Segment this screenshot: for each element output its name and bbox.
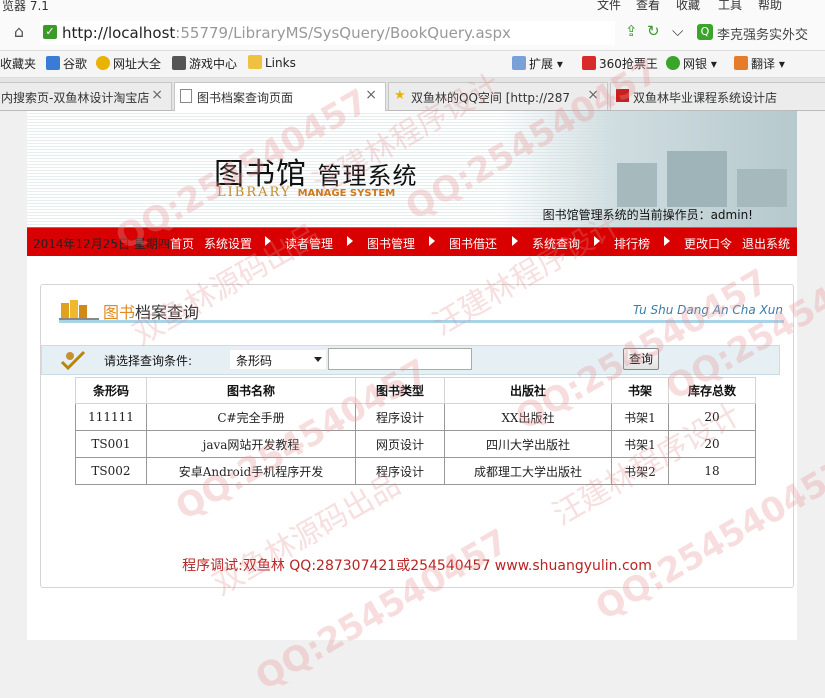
col-barcode: 条形码	[75, 377, 147, 404]
folder-icon	[248, 55, 262, 69]
nav-book-lending[interactable]: 图书借还	[449, 235, 497, 252]
nav-ranking[interactable]: 排行榜	[614, 235, 650, 252]
google-icon	[46, 56, 60, 70]
bookmark-ticket-helper[interactable]: 360抢票王	[582, 55, 658, 72]
bookmark-url-hub[interactable]: 网址大全	[96, 55, 161, 72]
panel-title-pinyin: Tu Shu Dang An Cha Xun	[632, 303, 783, 317]
nav-arrow-icon	[594, 236, 600, 246]
nav-arrow-icon	[512, 236, 518, 246]
query-button[interactable]: 查询	[623, 348, 659, 370]
nav-date: 2014年12月25日 星期四	[33, 237, 170, 251]
col-book-name: 图书名称	[146, 377, 356, 404]
nav-arrow-icon	[265, 236, 271, 246]
col-shelf: 书架	[611, 377, 669, 404]
col-publisher: 出版社	[444, 377, 612, 404]
share-icon[interactable]: ⇪	[625, 22, 638, 40]
bookmark-links[interactable]: Links	[248, 55, 296, 70]
url-text[interactable]: http://localhost:55779/LibraryMS/SysQuer…	[62, 24, 511, 42]
query-bar: 请选择查询条件: 条形码 查询	[41, 345, 780, 375]
home-icon[interactable]: ⌂	[10, 23, 28, 41]
menu-file[interactable]: 文件	[597, 0, 621, 13]
address-bar[interactable]: ✓ http://localhost:55779/LibraryMS/SysQu…	[40, 21, 615, 45]
bookmark-ebank[interactable]: 网银 ▾	[666, 55, 717, 72]
nav-arrow-icon	[664, 236, 670, 246]
refresh-icon[interactable]: ↻	[647, 22, 660, 40]
table-row[interactable]: TS002 安卓Android手机程序开发 程序设计 成都理工大学出版社 书架2…	[75, 457, 756, 485]
debug-credit-footer: 程序调试:双鱼林 QQ:287307421或254540457 www.shua…	[182, 558, 652, 574]
page-content: 图书馆 管理系统 LIBRARY MANAGE SYSTEM 图书馆管理系统的当…	[27, 111, 797, 640]
bookmark-google[interactable]: 谷歌	[46, 55, 87, 72]
window-title-bar: 览器 7.1 文件 查看 收藏 工具 帮助	[0, 0, 825, 16]
bank-icon	[666, 56, 680, 70]
nav-book-management[interactable]: 图书管理	[367, 235, 415, 252]
menu-favorites[interactable]: 收藏	[676, 0, 700, 13]
bookmark-translate[interactable]: 翻译 ▾	[734, 55, 785, 72]
site-banner: 图书馆 管理系统 LIBRARY MANAGE SYSTEM 图书馆管理系统的当…	[27, 111, 797, 227]
nav-system-query[interactable]: 系统查询	[532, 235, 580, 252]
book-table: 条形码 图书名称 图书类型 出版社 书架 库存总数 111111 C#完全手册 …	[75, 377, 756, 485]
query-condition-select[interactable]: 条形码	[230, 350, 326, 369]
nav-arrow-icon	[429, 236, 435, 246]
col-stock: 库存总数	[668, 377, 756, 404]
col-book-type: 图书类型	[355, 377, 445, 404]
bookmark-game-center[interactable]: 游戏中心	[172, 55, 237, 72]
current-operator: 图书馆管理系统的当前操作员：admin!	[542, 208, 753, 222]
translate-icon	[734, 56, 748, 70]
browser-app-title: 览器 7.1	[2, 0, 49, 13]
extensions-menu[interactable]: 扩展 ▾	[512, 55, 563, 72]
shop-icon	[616, 89, 629, 102]
nav-system-settings[interactable]: 系统设置	[204, 235, 252, 252]
bookmark-favorites[interactable]: 收藏夹	[0, 55, 36, 72]
menu-tools[interactable]: 工具	[718, 0, 742, 13]
tab-taobao-search[interactable]: 内搜索页-双鱼林设计淘宝店 ×	[0, 82, 172, 110]
shield-icon: ✓	[43, 25, 57, 39]
nav-change-password[interactable]: 更改口令	[684, 235, 732, 252]
bookmarks-bar: 收藏夹 谷歌 网址大全 游戏中心 Links 扩展 ▾ 360抢票王 网银 ▾ …	[0, 51, 825, 78]
address-toolbar: ⌂ ✓ http://localhost:55779/LibraryMS/Sys…	[0, 16, 825, 51]
search-icon: Q	[697, 24, 713, 40]
menu-view[interactable]: 查看	[636, 0, 660, 13]
pen-check-icon	[60, 350, 86, 371]
nav-home[interactable]: 首页	[170, 235, 194, 252]
menu-help[interactable]: 帮助	[758, 0, 782, 13]
book-query-panel: 图书档案查询 Tu Shu Dang An Cha Xun 请选择查询条件: 条…	[40, 284, 794, 588]
books-icon	[59, 300, 99, 320]
close-icon[interactable]: ×	[587, 87, 599, 103]
nav-logout[interactable]: 退出系统	[742, 235, 790, 252]
close-icon[interactable]: ×	[151, 87, 163, 103]
tab-qq-space[interactable]: ★ 双鱼林的QQ空间 [http://287 ×	[388, 82, 608, 110]
search-hot-text[interactable]: 李克强务实外交	[717, 24, 808, 43]
tab-book-query[interactable]: 图书档案查询页面 ×	[174, 82, 386, 112]
chevron-down-icon[interactable]: ⌵	[672, 22, 683, 40]
star-icon: ★	[394, 88, 406, 103]
plus-icon	[96, 56, 110, 70]
panel-title-divider	[59, 320, 784, 323]
table-header-row: 条形码 图书名称 图书类型 出版社 书架 库存总数	[75, 377, 756, 404]
close-icon[interactable]: ×	[365, 87, 377, 103]
tab-bar: 内搜索页-双鱼林设计淘宝店 × 图书档案查询页面 × ★ 双鱼林的QQ空间 [h…	[0, 78, 825, 112]
ticket-icon	[582, 56, 596, 70]
table-row[interactable]: TS001 java网站开发教程 网页设计 四川大学出版社 书架1 20	[75, 430, 756, 458]
page-icon	[180, 89, 192, 103]
tab-course-shop[interactable]: 双鱼林毕业课程系统设计店	[610, 82, 825, 110]
site-logo-en: LIBRARY MANAGE SYSTEM	[217, 185, 396, 200]
search-box[interactable]: Q 李克强务实外交	[695, 22, 825, 44]
query-keyword-input[interactable]	[328, 348, 472, 370]
table-row[interactable]: 111111 C#完全手册 程序设计 XX出版社 书架1 20	[75, 403, 756, 431]
gamepad-icon	[172, 56, 186, 70]
main-nav: 2014年12月25日 星期四 首页 系统设置 读者管理 图书管理 图书借还 系…	[27, 227, 797, 256]
nav-arrow-icon	[347, 236, 353, 246]
extension-icon	[512, 56, 526, 70]
nav-reader-management[interactable]: 读者管理	[285, 235, 333, 252]
query-condition-label: 请选择查询条件:	[104, 354, 193, 368]
chevron-down-icon	[314, 357, 322, 362]
